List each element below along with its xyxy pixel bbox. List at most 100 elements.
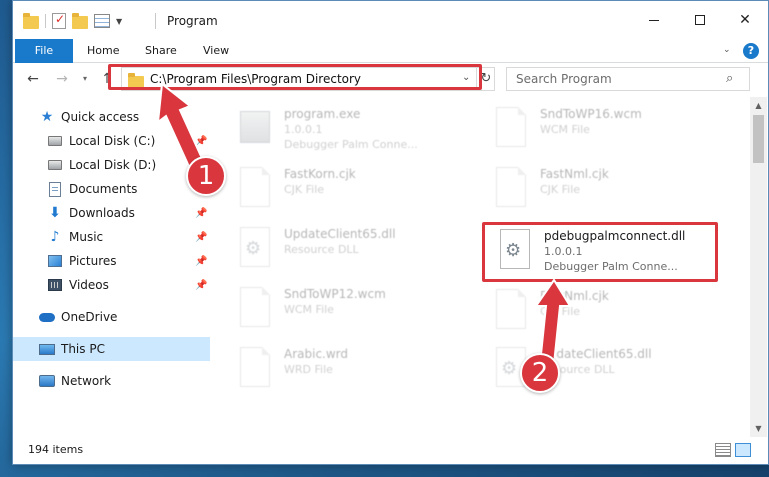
document-file-icon: [240, 347, 274, 393]
sidebar-item-label: Local Disk (C:): [69, 134, 156, 148]
tab-file[interactable]: File: [15, 39, 73, 63]
back-button[interactable]: ←: [25, 71, 41, 87]
scroll-thumb[interactable]: [753, 115, 764, 163]
minimize-icon: [649, 19, 659, 21]
file-item[interactable]: FastKorn.cjk CJK File: [240, 165, 470, 219]
help-icon[interactable]: ?: [743, 43, 759, 59]
sidebar-item-pictures[interactable]: Pictures 📌: [13, 249, 210, 273]
tab-view[interactable]: View: [193, 39, 239, 63]
view-options-icon[interactable]: [94, 14, 110, 28]
star-icon: ★: [40, 109, 54, 125]
window-title: Program: [167, 14, 218, 28]
sidebar-item-label: Network: [61, 374, 112, 388]
pin-icon[interactable]: 📌: [195, 256, 207, 267]
callout-badge-2: 2: [520, 353, 560, 393]
file-type: WCM File: [284, 303, 334, 316]
address-highlight: [108, 64, 482, 90]
file-type: WRD File: [284, 363, 333, 376]
file-type: CJK File: [540, 183, 581, 196]
properties-check-icon[interactable]: [52, 12, 66, 29]
sidebar-item-label: This PC: [61, 342, 105, 356]
file-description: Debugger Palm Conne...: [284, 138, 418, 151]
sidebar-item-label: Local Disk (D:): [69, 158, 157, 172]
file-item[interactable]: SndToWP12.wcm WCM File: [240, 285, 470, 339]
forward-button[interactable]: →: [54, 71, 70, 87]
sidebar-item-label: OneDrive: [61, 310, 118, 324]
file-type: CJK File: [540, 305, 581, 318]
sidebar-item-local-disk-d[interactable]: Local Disk (D:): [13, 153, 210, 177]
callout-badge-1: 1: [186, 156, 226, 196]
sidebar-item-music[interactable]: ♪ Music 📌: [13, 225, 210, 249]
tab-home[interactable]: Home: [77, 39, 129, 63]
downloads-icon: ⬇: [49, 205, 61, 221]
sidebar-item-label: Downloads: [69, 206, 135, 220]
pin-icon[interactable]: 📌: [195, 136, 207, 147]
file-item[interactable]: Arabic.wrd WRD File: [240, 345, 470, 399]
disk-icon: [47, 157, 63, 173]
minimize-button[interactable]: [631, 1, 677, 39]
new-folder-icon[interactable]: [72, 12, 88, 29]
close-button[interactable]: ✕: [722, 1, 768, 39]
sidebar-item-videos[interactable]: Videos 📌: [13, 273, 210, 297]
file-name: UpdateClient65.dll: [540, 347, 652, 361]
file-name: Arabic.wrd: [284, 347, 349, 361]
pin-icon[interactable]: 📌: [195, 232, 207, 243]
title-separator: [155, 13, 156, 29]
quick-access-toolbar: ▼: [23, 11, 122, 31]
sidebar-item-quick-access[interactable]: ★ Quick access: [13, 105, 210, 129]
sidebar-item-label: Music: [69, 230, 104, 244]
document-file-icon: [240, 287, 274, 333]
file-item[interactable]: UpdateClient65.dll Resource DLL: [240, 225, 470, 279]
file-item[interactable]: FastNml.cjk CJK File: [496, 287, 726, 341]
cloud-icon: [39, 309, 55, 325]
details-view-icon[interactable]: [715, 443, 731, 457]
scroll-down-icon[interactable]: ▼: [750, 420, 767, 437]
file-name: FastKorn.cjk: [284, 167, 356, 181]
pin-icon[interactable]: 📌: [195, 280, 207, 291]
close-icon: ✕: [739, 12, 751, 28]
sidebar-item-label: Quick access: [61, 110, 140, 124]
computer-icon: [39, 341, 55, 357]
sidebar-item-this-pc[interactable]: This PC: [13, 337, 210, 361]
pin-icon[interactable]: 📌: [195, 208, 207, 219]
sidebar-item-local-disk-c[interactable]: Local Disk (C:) 📌: [13, 129, 210, 153]
vertical-scrollbar[interactable]: ▲ ▼: [750, 97, 767, 437]
folder-icon: [23, 12, 39, 29]
file-highlight: [482, 222, 718, 282]
large-icons-view-icon[interactable]: [735, 443, 751, 457]
recent-locations-button[interactable]: ▾: [77, 71, 93, 87]
ribbon-tabs: File Home Share View ⌄ ?: [13, 39, 768, 63]
documents-icon: [47, 181, 63, 197]
file-item[interactable]: FastNml.cjk CJK File: [496, 165, 726, 219]
item-count: 194 items: [28, 443, 84, 456]
network-icon: [39, 373, 55, 389]
search-box[interactable]: Search Program ⌕: [506, 67, 750, 91]
search-input[interactable]: Search Program: [516, 72, 612, 86]
maximize-icon: [695, 15, 705, 25]
file-name: FastNml.cjk: [540, 167, 609, 181]
file-item[interactable]: program.exe 1.0.0.1 Debugger Palm Conne.…: [240, 105, 470, 159]
qat-dropdown-icon[interactable]: ▼: [116, 17, 122, 26]
scroll-up-icon[interactable]: ▲: [750, 97, 767, 114]
music-icon: ♪: [50, 229, 60, 245]
videos-icon: [47, 277, 63, 293]
title-bar: ▼ Program ✕: [13, 1, 768, 39]
file-type: CJK File: [284, 183, 325, 196]
expand-ribbon-icon[interactable]: ⌄: [723, 45, 731, 55]
file-name: UpdateClient65.dll: [284, 227, 396, 241]
gear-file-icon: [240, 227, 274, 273]
document-file-icon: [496, 167, 530, 213]
file-item[interactable]: SndToWP16.wcm WCM File: [496, 105, 726, 159]
file-version: 1.0.0.1: [284, 123, 323, 136]
tab-share[interactable]: Share: [135, 39, 187, 63]
maximize-button[interactable]: [677, 1, 723, 39]
sidebar-item-downloads[interactable]: ⬇ Downloads 📌: [13, 201, 210, 225]
document-file-icon: [496, 107, 530, 153]
document-file-icon: [240, 167, 274, 213]
sidebar-item-documents[interactable]: Documents: [13, 177, 210, 201]
sidebar-item-label: Videos: [69, 278, 109, 292]
file-name: SndToWP12.wcm: [284, 287, 386, 301]
file-type: WCM File: [540, 123, 590, 136]
sidebar-item-network[interactable]: Network: [13, 369, 210, 393]
sidebar-item-onedrive[interactable]: OneDrive: [13, 305, 210, 329]
